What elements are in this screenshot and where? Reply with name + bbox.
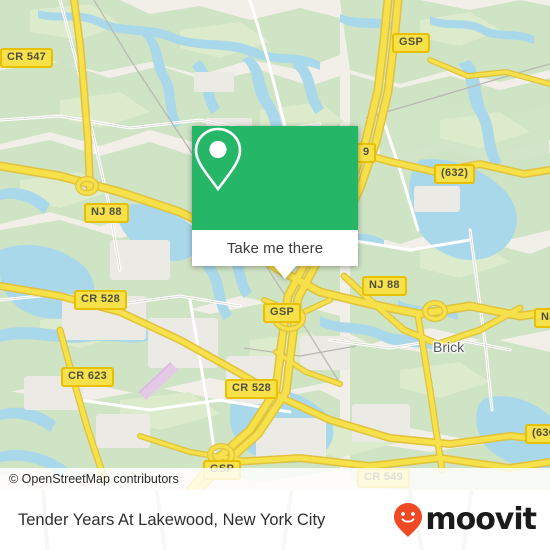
moovit-pin-icon	[394, 503, 423, 537]
take-me-there-button[interactable]: Take me there	[192, 230, 358, 266]
moovit-logo[interactable]: moovit	[393, 502, 537, 538]
road-shield-cr-547[interactable]: CR 547	[0, 48, 54, 68]
road-shield-cr-528-south[interactable]: CR 528	[225, 379, 279, 399]
osm-attribution-text[interactable]: © OpenStreetMap contributors	[0, 472, 179, 486]
road-shield-nj-88-west[interactable]: NJ 88	[84, 203, 129, 223]
location-popup[interactable]: Take me there	[192, 126, 358, 279]
road-shield-gsp-north[interactable]: GSP	[392, 33, 431, 53]
take-me-there-label: Take me there	[226, 239, 324, 257]
road-shield-nj-88-east[interactable]: NJ 88	[362, 276, 407, 296]
moovit-wordmark: moovit	[425, 502, 537, 537]
footer-bar: Tender Years At Lakewood, New York City …	[0, 490, 550, 550]
popup-header	[192, 126, 358, 230]
road-shield-9[interactable]: 9	[356, 143, 377, 163]
map-canvas[interactable]: CR 547 GSP (632) 9 NJ 88 NJ 88 NJ CR 528…	[0, 0, 550, 490]
road-shield-632[interactable]: (632)	[434, 164, 476, 184]
road-shield-630[interactable]: (630	[525, 424, 550, 444]
popup-pointer	[274, 266, 296, 279]
road-shield-cr-623[interactable]: CR 623	[61, 367, 115, 387]
road-shield-gsp-center[interactable]: GSP	[263, 303, 302, 323]
map-attribution-bar: © OpenStreetMap contributors	[0, 468, 550, 490]
place-label-brick: Brick	[433, 339, 465, 355]
map-pin-icon	[194, 127, 242, 192]
road-shield-nj-clipped[interactable]: NJ	[534, 308, 550, 328]
road-shield-cr-528-west[interactable]: CR 528	[74, 290, 128, 310]
page-title: Tender Years At Lakewood, New York City	[18, 510, 326, 529]
map-screenshot: CR 547 GSP (632) 9 NJ 88 NJ 88 NJ CR 528…	[0, 0, 550, 550]
